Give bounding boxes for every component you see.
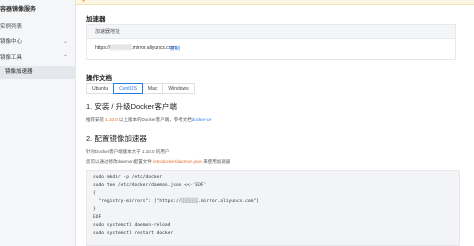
daemon-config-path: /etc/docker/daemon.json <box>153 159 203 164</box>
code-line: sudo systemctl restart docker <box>93 231 174 236</box>
sidebar-item-label: 镜像中心 <box>0 39 23 45</box>
code-line: "registry-mirrors": ["https://░░░░░░.mir… <box>93 199 259 204</box>
sidebar-item-label: 实例列表 <box>0 24 23 30</box>
notice-bar: ● <box>76 0 474 5</box>
step1-heading: 1. 安装 / 升级Docker客户端 <box>86 102 177 111</box>
code-line: { <box>93 191 96 196</box>
step2-text-2: 您可以通过修改daemon配置文件 /etc/docker/daemon.jso… <box>86 159 230 165</box>
app-root: 容器镜像服务 实例列表 镜像中心 ⌄ 镜像工具 ⌃ 镜像加速器 ● 加速器 加速… <box>0 0 474 246</box>
tab-centos[interactable]: CentOS <box>113 83 143 94</box>
accelerator-url: https://░░░░░░.mirror.aliyuncs.com <box>95 45 176 51</box>
tab-ubuntu[interactable]: Ubuntu <box>86 83 115 94</box>
step1-text-prefix: 推荐安装 <box>86 117 106 122</box>
step2-text-prefix: 您可以通过修改daemon配置文件 <box>86 159 154 164</box>
sidebar-title: 容器镜像服务 <box>0 7 37 13</box>
accelerator-section-title: 加速器 <box>86 16 106 23</box>
docker-ce-link[interactable]: docker-ce <box>192 117 212 122</box>
step1-text-middle: 以上版本的Docker客户端，参考文档 <box>117 117 192 122</box>
sidebar-item-label: 镜像加速器 <box>5 69 33 75</box>
sidebar-item-image-tools[interactable]: 镜像工具 ⌃ <box>0 52 76 65</box>
step2-heading: 2. 配置镜像加速器 <box>86 134 147 143</box>
code-line: sudo mkdir -p /etc/docker <box>93 175 163 180</box>
accelerator-address-panel: 加速器地址 https://░░░░░░.mirror.aliyuncs.com… <box>86 24 456 60</box>
tab-mac[interactable]: Mac <box>141 83 164 94</box>
sidebar-item-image-center[interactable]: 镜像中心 ⌄ <box>0 36 76 49</box>
warning-icon: ● <box>82 0 86 4</box>
step2-text-suffix: 来使用加速器 <box>202 159 231 164</box>
code-line: EOF <box>93 215 102 220</box>
os-tabs: Ubuntu CentOS Mac Windows <box>86 83 195 94</box>
sidebar-item-image-accelerator[interactable]: 镜像加速器 <box>0 66 76 79</box>
chevron-down-icon: ⌄ <box>62 39 68 45</box>
copy-url-link[interactable]: 复制 <box>170 45 180 52</box>
version-highlight: 1.10.0 <box>105 117 118 122</box>
code-block[interactable]: sudo mkdir -p /etc/docker sudo tee /etc/… <box>86 170 460 246</box>
code-line: sudo tee /etc/docker/daemon.json <<-'EOF… <box>93 183 207 188</box>
code-line: } <box>93 207 96 212</box>
docs-section-title: 操作文档 <box>86 75 112 82</box>
step1-text: 推荐安装 1.10.0 以上版本的Docker客户端，参考文档docker-ce <box>86 117 212 123</box>
accelerator-address-header: 加速器地址 <box>87 25 455 39</box>
step2-text-1: 针对Docker客户端版本大于 1.10.0 的用户 <box>86 149 170 154</box>
tab-windows[interactable]: Windows <box>162 83 195 94</box>
chevron-up-icon: ⌃ <box>62 55 68 61</box>
sidebar-item-label: 镜像工具 <box>0 55 23 61</box>
sidebar-item-instances[interactable]: 实例列表 <box>0 21 76 34</box>
code-line: sudo systemctl daemon-reload <box>93 223 171 228</box>
sidebar: 容器镜像服务 实例列表 镜像中心 ⌄ 镜像工具 ⌃ 镜像加速器 <box>0 0 76 246</box>
